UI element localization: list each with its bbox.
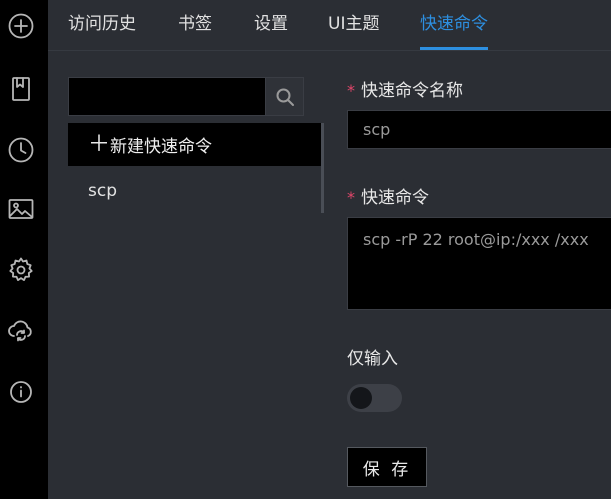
command-name-input[interactable] bbox=[347, 110, 611, 149]
plus-icon: ＋ bbox=[88, 131, 111, 157]
tab-settings[interactable]: 设置 bbox=[254, 0, 288, 50]
command-textarea[interactable]: scp -rP 22 root@ip:/xxx /xxx bbox=[347, 217, 611, 310]
name-field-label: * 快速命令名称 bbox=[347, 81, 463, 101]
search-button[interactable] bbox=[265, 78, 303, 115]
toggle-knob bbox=[350, 387, 372, 409]
settings-gear-icon[interactable] bbox=[7, 256, 35, 284]
command-field-label: * 快速命令 bbox=[347, 188, 429, 208]
tab-ui-theme[interactable]: UI主题 bbox=[328, 0, 379, 50]
search-icon bbox=[276, 88, 294, 106]
history-clock-icon[interactable] bbox=[7, 136, 35, 164]
required-mark: * bbox=[347, 188, 355, 207]
search-box bbox=[68, 77, 304, 116]
image-icon[interactable] bbox=[7, 195, 35, 223]
required-mark: * bbox=[347, 81, 355, 100]
add-circle-icon[interactable] bbox=[7, 12, 35, 40]
input-only-toggle[interactable] bbox=[347, 384, 402, 412]
info-icon[interactable] bbox=[7, 378, 35, 406]
tab-bar: 访问历史 书签 设置 UI主题 快速命令 bbox=[48, 0, 611, 51]
list-item[interactable]: scp bbox=[68, 174, 318, 208]
cloud-sync-icon[interactable] bbox=[7, 317, 35, 345]
tab-quick-commands[interactable]: 快速命令 bbox=[420, 0, 488, 50]
new-quick-command-label: 新建快速命令 bbox=[110, 137, 212, 157]
tab-history[interactable]: 访问历史 bbox=[68, 0, 136, 50]
new-quick-command-button[interactable]: ＋ 新建快速命令 bbox=[68, 123, 324, 166]
tab-bookmarks[interactable]: 书签 bbox=[178, 0, 212, 50]
app-window: 访问历史 书签 设置 UI主题 快速命令 ＋ 新建快速命令 scp * 快速命令名… bbox=[0, 0, 611, 499]
list-scrollbar[interactable] bbox=[321, 123, 324, 213]
bookmark-icon[interactable] bbox=[7, 75, 35, 103]
save-button[interactable]: 保 存 bbox=[347, 447, 427, 487]
input-only-label: 仅输入 bbox=[347, 349, 398, 369]
search-input[interactable] bbox=[69, 78, 265, 115]
icon-rail bbox=[0, 0, 48, 499]
